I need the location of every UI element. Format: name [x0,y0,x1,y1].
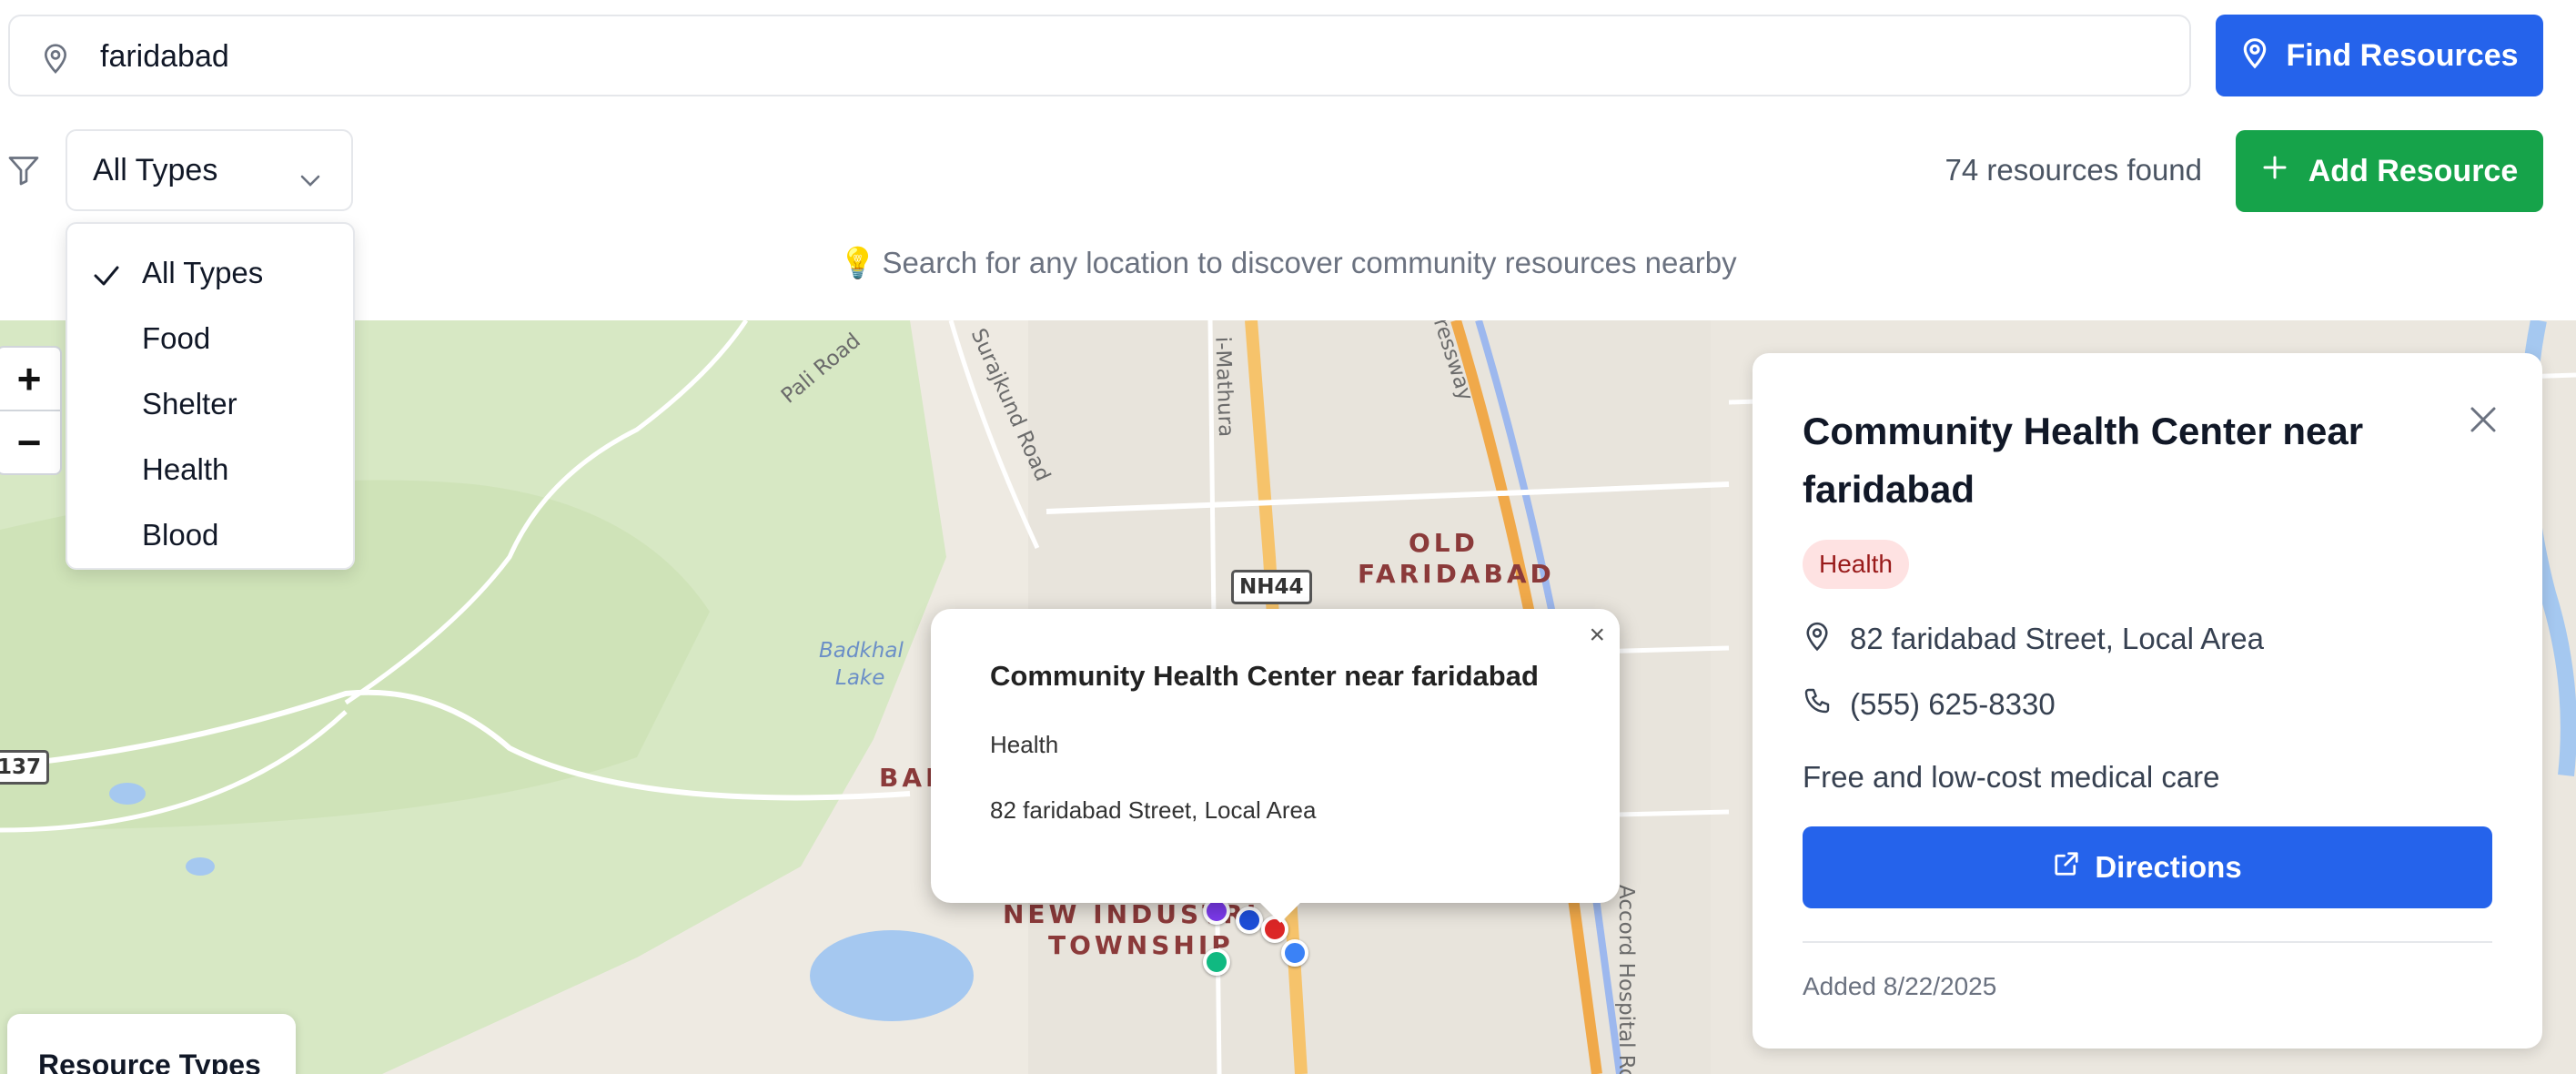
added-date: Added 8/22/2025 [1803,972,1997,1000]
popup-tip [1258,901,1302,923]
place-label: FARIDABAD [1358,559,1555,589]
map-pin-icon [41,40,70,79]
popup-close-button[interactable]: × [1589,620,1605,651]
selected-type: All Types [93,152,218,187]
detail-phone-row: (555) 625-8330 [1803,686,2056,723]
results-count: 74 resources found [1945,153,2202,187]
add-resource-button[interactable]: Add Resource [2236,130,2543,212]
external-link-icon [2053,850,2080,885]
category-badge: Health [1803,540,1909,589]
road-label: Accord Hospital Road [1614,885,1638,1074]
hint-text: Search for any location to discover comm… [882,246,1737,279]
dropdown-option-blood[interactable]: Blood [67,502,353,568]
search-hint: 💡 Search for any location to discover com… [0,246,2576,281]
dropdown-option-health[interactable]: Health [67,437,353,502]
map-marker[interactable] [1281,939,1308,967]
popup-address: 82 faridabad Street, Local Area [990,796,1317,824]
dropdown-option-label: Health [142,452,229,486]
map[interactable]: + − OLD FARIDABAD BAD NEW INDUSTRI TOWNS… [0,320,2576,1074]
highway-shield: 137 [0,750,50,785]
highway-shield: NH44 [1231,570,1312,604]
detail-phone: (555) 625-8330 [1850,687,2056,721]
popup-type: Health [990,731,1059,758]
resource-type-select[interactable]: All Types [66,129,353,211]
road-label: Lake [835,666,885,690]
dropdown-option-all-types[interactable]: All Types [67,240,353,306]
map-popup: × Community Health Center near faridabad… [931,609,1620,923]
directions-button[interactable]: Directions [1803,826,2492,908]
resource-types-legend: Resource Types [7,1014,296,1074]
search-input[interactable] [100,36,2157,76]
detail-address: 82 faridabad Street, Local Area [1850,622,2264,655]
find-resources-button[interactable]: Find Resources [2216,15,2543,96]
divider [1803,941,2492,943]
detail-title: Community Health Center near faridabad [1803,410,2364,511]
zoom-in-button[interactable]: + [0,348,60,410]
check-icon [93,260,120,295]
place-label: OLD [1409,528,1479,558]
add-resource-label: Add Resource [2308,153,2519,188]
search-box[interactable] [8,15,2191,96]
dropdown-option-label: Food [142,321,211,355]
phone-icon [1803,686,1832,723]
dropdown-option-label: All Types [142,256,264,289]
filter-icon [7,155,40,190]
map-pin-icon [1803,619,1832,659]
dropdown-option-food[interactable]: Food [67,306,353,371]
plus-icon [2261,154,2288,189]
legend-title: Resource Types [38,1049,261,1074]
close-icon[interactable] [2468,404,2499,440]
detail-address-row: 82 faridabad Street, Local Area [1803,619,2264,659]
zoom-out-button[interactable]: − [0,411,60,473]
detail-description: Free and low-cost medical care [1803,760,2220,794]
popup-title: Community Health Center near faridabad [990,660,1539,692]
dropdown-option-label: Shelter [142,387,237,420]
map-marker[interactable] [1203,948,1230,976]
type-dropdown-menu: All Types Food Shelter Health Blood [66,222,355,570]
map-pin-icon [2240,35,2269,77]
zoom-control: + − [0,346,62,475]
app-root: Find Resources All Types 74 resources fo… [0,0,2576,1074]
chevron-down-icon [298,162,322,198]
dropdown-option-label: Blood [142,518,219,552]
dropdown-option-shelter[interactable]: Shelter [67,371,353,437]
directions-label: Directions [2095,850,2242,884]
road-label: i-Mathura [1210,336,1238,438]
road-label: Badkhal [819,639,904,663]
lightbulb-icon: 💡 [839,246,877,279]
resource-detail-card: Community Health Center near faridabad H… [1753,353,2542,1049]
find-resources-label: Find Resources [2286,37,2519,73]
